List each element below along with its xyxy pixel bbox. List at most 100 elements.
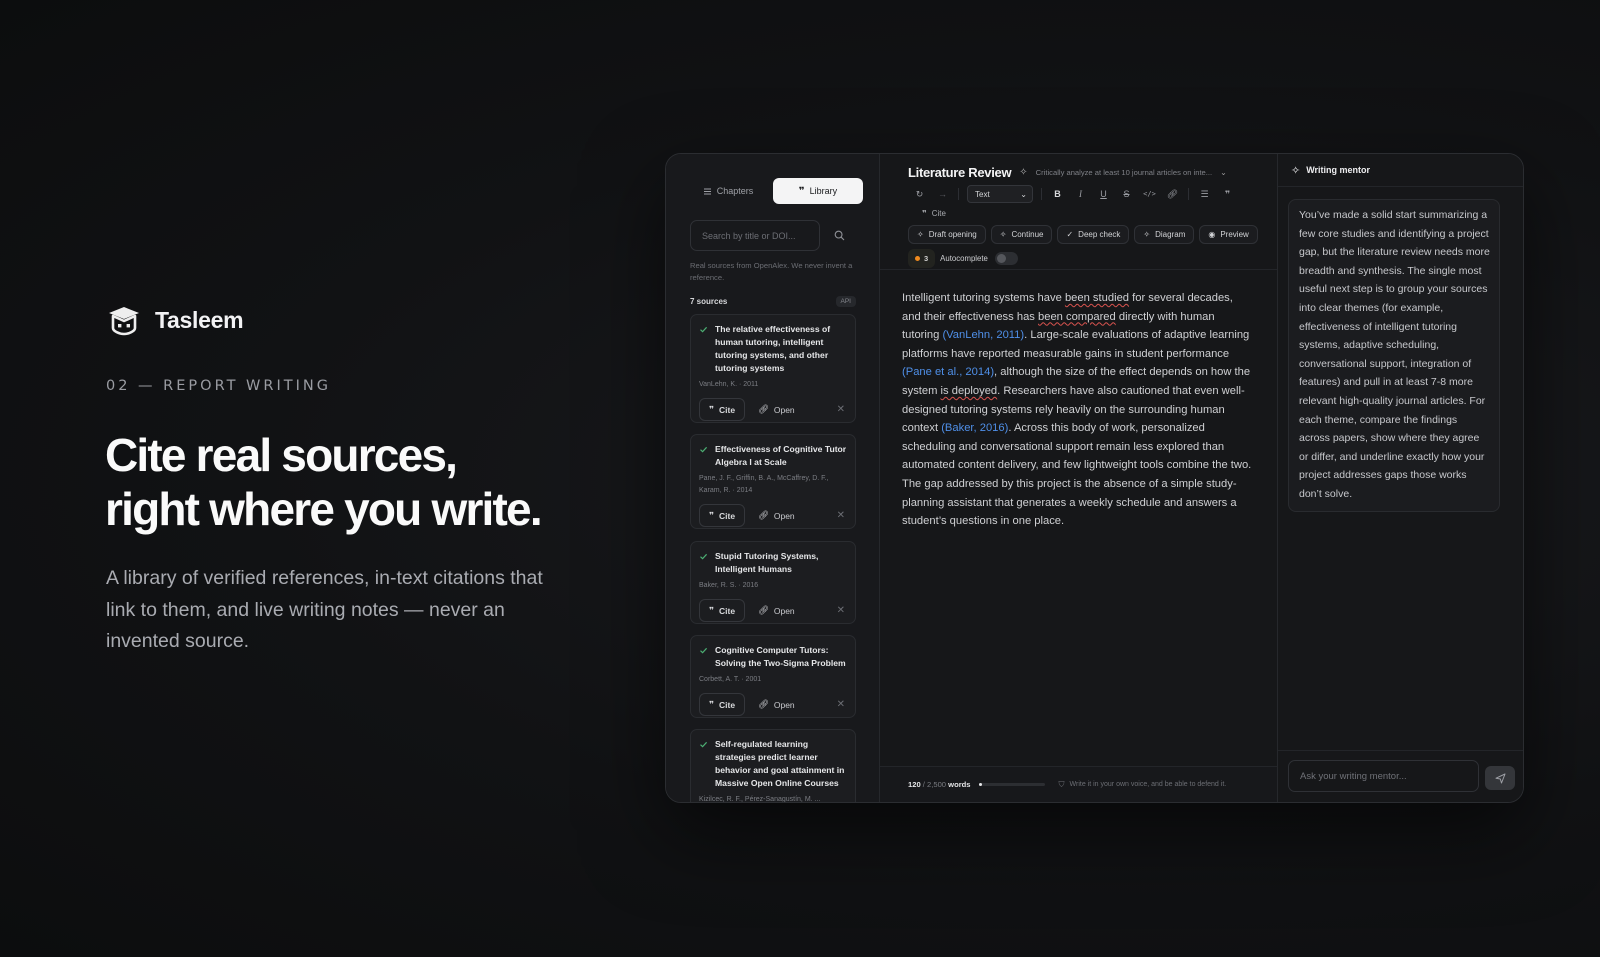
continue-button[interactable]: ✧ Continue [990,225,1053,244]
search-icon [834,230,845,241]
insert-cite-label: Cite [931,208,946,218]
bold-icon[interactable]: B [1046,184,1069,204]
source-card: Effectiveness of Cognitive Tutor Algebra… [690,434,856,529]
editor-header: Literature Review ✧ Critically analyze a… [908,161,1268,183]
insert-cite-button[interactable]: ❞ Cite [922,205,946,221]
quote-icon: ❞ [922,208,927,218]
source-title[interactable]: Cognitive Computer Tutors: Solving the T… [715,644,847,670]
list-icon [703,188,711,194]
strikethrough-icon[interactable]: S [1115,184,1138,204]
headline-line-2: right where you write. [105,483,543,535]
source-count: 7 sources [690,297,728,306]
chip-label: Diagram [1155,230,1186,239]
tab-chapters[interactable]: Chapters [683,178,773,204]
source-title[interactable]: Self-regulated learning strategies predi… [715,738,847,790]
open-button-label: Open [773,605,795,616]
mentor-title: Writing mentor [1306,165,1371,175]
app-window: Chapters ❞ Library Real sources from Ope… [665,153,1524,803]
eye-icon: ◉ [1208,230,1216,239]
writing-hint: ⛉ Write it in your own voice, and be abl… [1059,779,1239,790]
format-select[interactable]: Text ⌄ [967,185,1033,203]
editor-footer: 120 / 2,500 words ⛉ Write it in your own… [880,766,1277,802]
preview-button[interactable]: ◉ Preview [1199,225,1258,244]
editor-pane: Literature Review ✧ Critically analyze a… [880,154,1277,802]
remove-icon[interactable]: ✕ [837,404,847,415]
autocomplete-toggle[interactable] [994,252,1018,265]
underline-icon[interactable]: U [1092,184,1115,204]
assignment-prompt[interactable]: Critically analyze at least 10 journal a… [1036,168,1212,177]
check-icon [700,446,708,453]
check-icon [700,553,708,560]
brand: Tasleem [107,303,244,337]
quote-icon: ❞ [709,605,714,615]
cite-button[interactable]: ❞ Cite [699,599,746,622]
mentor-header: ✧ Writing mentor [1278,154,1523,187]
diagram-button[interactable]: ✧ Diagram [1134,225,1195,244]
open-button[interactable]: 🔗︎ Open [749,693,804,716]
source-card: The relative effectiveness of human tuto… [690,314,856,423]
library-note: Real sources from OpenAlex. We never inv… [690,261,853,282]
chip-label: Draft opening [928,230,977,239]
check-icon: ✓ [1066,230,1074,239]
word-count-unit: words [948,780,971,789]
link-icon: 🔗︎ [758,404,769,414]
autocomplete-label: Autocomplete [940,254,988,263]
cite-button[interactable]: ❞ Cite [699,693,746,716]
check-icon [700,741,708,748]
remove-icon[interactable]: ✕ [837,605,847,616]
quote-icon: ❞ [709,510,714,520]
cite-button-label: Cite [719,510,736,521]
open-button-label: Open [773,404,795,415]
format-select-value: Text [975,189,990,199]
headline: Cite real sources, right where you write… [105,428,543,536]
mentor-composer [1278,750,1523,802]
issue-count-badge[interactable]: 3 [908,249,936,268]
editor-text[interactable]: Intelligent tutoring systems have been s… [902,289,1254,531]
cite-button-label: Cite [719,404,736,415]
library-search-input[interactable] [702,230,819,241]
remove-icon[interactable]: ✕ [837,699,847,710]
draft-opening-button[interactable]: ✧ Draft opening [908,225,986,244]
link-icon[interactable]: 🔗︎ [1161,184,1184,204]
tab-library[interactable]: ❞ Library [773,178,863,204]
quote-icon: ❞ [798,185,805,197]
code-icon[interactable]: </> [1138,184,1161,204]
undo-icon[interactable]: ↻ [908,184,931,204]
send-button[interactable] [1485,766,1515,790]
source-title[interactable]: Stupid Tutoring Systems, Intelligent Hum… [715,550,847,576]
redo-icon[interactable]: → [931,184,954,204]
chevron-down-icon[interactable]: ⌄ [1220,168,1227,177]
open-button[interactable]: 🔗︎ Open [749,599,804,622]
remove-icon[interactable]: ✕ [837,510,847,521]
inline-citation[interactable]: (Pane et al., 2014) [902,366,994,378]
library-search-button[interactable] [824,220,855,251]
issue-count: 3 [924,254,929,263]
format-toolbar: ↻ → Text ⌄ B I U S </> 🔗︎ ☰ ❞ [908,184,1258,204]
inline-citation[interactable]: (Baker, 2016) [941,422,1008,434]
bullet-list-icon[interactable]: ☰ [1193,184,1216,204]
source-meta: Pane, J. F., Griffin, B. A., McCaffrey, … [699,475,829,494]
cite-button[interactable]: ❞ Cite [699,504,746,527]
mentor-input[interactable] [1300,770,1478,782]
source-card: Self-regulated learning strategies predi… [690,729,856,803]
warning-dot-icon [915,256,920,261]
open-button-label: Open [773,699,795,710]
source-title[interactable]: Effectiveness of Cognitive Tutor Algebra… [715,443,847,469]
inline-citation[interactable]: (VanLehn, 2011) [942,329,1024,341]
source-meta: Kizilcec, R. F., Pérez-Sanagustín, M. ..… [699,796,821,803]
api-badge: API [835,296,856,307]
italic-icon[interactable]: I [1069,184,1092,204]
mentor-input-wrap [1288,760,1479,792]
blockquote-icon[interactable]: ❞ [1216,184,1239,204]
word-count-value: 120 [908,780,921,789]
open-button[interactable]: 🔗︎ Open [749,504,804,527]
autocomplete-toggle-row: Autocomplete [940,249,1026,268]
body-text: . Across this body of work, personalized… [902,422,1252,528]
deep-check-button[interactable]: ✓ Deep check [1057,225,1130,244]
document-title[interactable]: Literature Review [908,165,1012,180]
cite-button[interactable]: ❞ Cite [699,398,746,421]
sparkle-icon: ✧ [1143,230,1151,239]
source-title[interactable]: The relative effectiveness of human tuto… [715,323,847,375]
flagged-phrase: been compared [1038,310,1116,323]
open-button[interactable]: 🔗︎ Open [749,398,804,421]
